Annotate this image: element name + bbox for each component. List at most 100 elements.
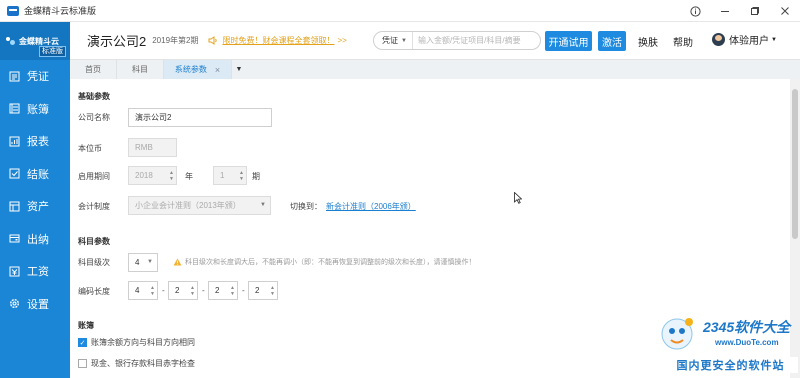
promo-notice[interactable]: 限时免费！财会课程全套领取！ >> xyxy=(208,35,347,46)
sidebar-item-settings[interactable]: 设置 xyxy=(0,288,70,321)
sidebar-item-cashier[interactable]: 出纳 xyxy=(0,223,70,256)
currency-label: 本位币 xyxy=(78,144,102,153)
stepper-arrows-icon[interactable]: ▲ ▼ xyxy=(268,282,277,299)
info-icon[interactable] xyxy=(680,0,710,22)
warning-icon xyxy=(173,258,182,266)
section-title-basic: 基础参数 xyxy=(78,92,110,101)
promo-notice-text[interactable]: 限时免费！财会课程全套领取！ xyxy=(222,35,334,46)
payroll-icon xyxy=(9,266,20,277)
accounting-system-value: 小企业会计准则（2013年颁） xyxy=(135,201,241,210)
sidebar-nav: 凭证 账簿 报表 结账 资产 出纳 工资 设置 xyxy=(0,60,70,320)
maximize-icon[interactable] xyxy=(740,0,770,22)
code-length-value: 2 xyxy=(255,286,260,295)
period-unit: 期 xyxy=(252,172,260,181)
tab-label: 首页 xyxy=(85,65,101,74)
subject-warning: 科目级次和长度调大后，不能再调小（即：不能再恢复到调整前的级次和长度），请谨慎操… xyxy=(173,257,476,267)
tab-bar: 首页 科目 系统参数 × ▼ xyxy=(70,60,800,79)
checkbox-checked[interactable]: ✓ xyxy=(78,338,87,347)
tab-list-dropdown[interactable]: ▼ xyxy=(232,60,246,79)
sidebar-item-label: 设置 xyxy=(27,298,49,311)
code-length-stepper-3[interactable]: 2 ▲ ▼ xyxy=(208,281,238,300)
tab-home[interactable]: 首页 xyxy=(70,60,117,79)
trial-button[interactable]: 开通试用 xyxy=(545,31,592,51)
minimize-icon[interactable] xyxy=(710,0,740,22)
search-type-label: 凭证 xyxy=(382,36,398,45)
stepper-arrows-icon[interactable]: ▲ ▼ xyxy=(228,282,237,299)
activate-button[interactable]: 激活 xyxy=(598,31,626,51)
close-icon[interactable]: × xyxy=(215,65,220,75)
company-name-input[interactable]: 演示公司2 xyxy=(128,108,272,127)
mouse-cursor-icon xyxy=(514,192,522,204)
watermark-brand: 2345软件大全 xyxy=(703,319,791,335)
tab-subject[interactable]: 科目 xyxy=(117,60,164,79)
asset-icon xyxy=(9,201,20,212)
sidebar-item-label: 账簿 xyxy=(27,103,49,116)
subject-level-value: 4 xyxy=(135,258,140,267)
switch-system-link[interactable]: 新会计准则（2006年颁） xyxy=(326,201,416,212)
sidebar-item-label: 报表 xyxy=(27,136,49,149)
brand-logo: 金蝶精斗云 标准版 xyxy=(0,22,70,60)
company-name[interactable]: 演示公司2 xyxy=(87,31,146,50)
accounting-period: 2019年第2期 xyxy=(152,36,199,45)
ledger-option-label: 现金、银行存款科目赤字检查 xyxy=(91,359,195,368)
start-period-value: 1 xyxy=(220,171,225,180)
ledger-option-balance-direction[interactable]: ✓ 账簿余额方向与科目方向相同 xyxy=(78,337,195,348)
sidebar-item-label: 工资 xyxy=(27,266,49,279)
sidebar-item-closing[interactable]: 结账 xyxy=(0,158,70,191)
help-link[interactable]: 帮助 xyxy=(673,34,693,49)
stepper-arrows-icon[interactable]: ▲ ▼ xyxy=(148,282,157,299)
code-length-value: 2 xyxy=(215,286,220,295)
subject-level-select[interactable]: 4 ▼ xyxy=(128,253,158,272)
skin-link[interactable]: 换肤 xyxy=(638,34,658,49)
code-length-stepper-2[interactable]: 2 ▲ ▼ xyxy=(168,281,198,300)
promo-notice-arrow[interactable]: >> xyxy=(337,36,346,45)
code-length-stepper-4[interactable]: 2 ▲ ▼ xyxy=(248,281,278,300)
sidebar-item-payroll[interactable]: 工资 xyxy=(0,255,70,288)
site-watermark: 2345软件大全 www.DuoTe.com 国内更安全的软件站 xyxy=(655,312,800,378)
currency-input: RMB xyxy=(128,138,177,157)
sidebar-item-asset[interactable]: 资产 xyxy=(0,190,70,223)
sidebar-item-label: 凭证 xyxy=(27,71,49,84)
cashier-icon xyxy=(9,233,20,244)
search-type-select[interactable]: 凭证 ▼ xyxy=(374,32,413,49)
caret-down-icon: ▼ xyxy=(260,202,266,208)
scrollbar-thumb[interactable] xyxy=(792,89,798,239)
watermark-url: www.DuoTe.com xyxy=(715,338,779,347)
watermark-slogan: 国内更安全的软件站 xyxy=(663,357,798,373)
user-name: 体验用户 xyxy=(729,36,769,47)
section-title-subject: 科目参数 xyxy=(78,237,110,246)
section-title-ledger: 账簿 xyxy=(78,321,94,330)
code-length-value: 2 xyxy=(175,286,180,295)
settings-icon xyxy=(9,298,20,309)
code-separator: - xyxy=(202,286,205,295)
caret-down-icon: ▼ xyxy=(147,259,153,265)
kingdee-logo-icon xyxy=(5,35,17,47)
start-period-stepper: 1 ▲ ▼ xyxy=(213,166,247,185)
window-title: 金蝶精斗云标准版 xyxy=(24,6,97,16)
stepper-arrows-icon: ▲ ▼ xyxy=(239,169,244,182)
edition-badge: 标准版 xyxy=(39,46,66,57)
subject-level-label: 科目级次 xyxy=(78,258,110,267)
sidebar-item-ledger[interactable]: 账簿 xyxy=(0,93,70,126)
start-period-label: 启用期间 xyxy=(78,172,110,181)
close-icon[interactable] xyxy=(770,0,800,22)
chevron-down-icon: ▼ xyxy=(401,37,407,44)
sidebar-item-voucher[interactable]: 凭证 xyxy=(0,60,70,93)
speaker-icon xyxy=(208,36,218,45)
ledger-option-deficit-check[interactable]: 现金、银行存款科目赤字检查 xyxy=(78,358,195,369)
start-year-stepper: 2018 ▲ ▼ xyxy=(128,166,177,185)
sidebar-item-label: 出纳 xyxy=(27,233,49,246)
year-unit: 年 xyxy=(185,172,193,181)
user-menu[interactable]: 体验用户 ▼ xyxy=(712,32,777,47)
stepper-arrows-icon[interactable]: ▲ ▼ xyxy=(188,282,197,299)
search-input[interactable]: 输入金额/凭证项目/科目/摘要 xyxy=(413,35,521,46)
code-length-stepper-1[interactable]: 4 ▲ ▼ xyxy=(128,281,158,300)
accounting-system-select: 小企业会计准则（2013年颁） ▼ xyxy=(128,196,271,215)
search-box[interactable]: 凭证 ▼ 输入金额/凭证项目/科目/摘要 xyxy=(373,31,541,50)
start-year-value: 2018 xyxy=(135,171,153,180)
tab-system-params[interactable]: 系统参数 × xyxy=(164,60,232,79)
sidebar: 金蝶精斗云 标准版 凭证 账簿 报表 结账 资产 出纳 工资 设置 xyxy=(0,22,70,378)
avatar xyxy=(712,33,725,46)
sidebar-item-report[interactable]: 报表 xyxy=(0,125,70,158)
checkbox-unchecked[interactable] xyxy=(78,359,87,368)
